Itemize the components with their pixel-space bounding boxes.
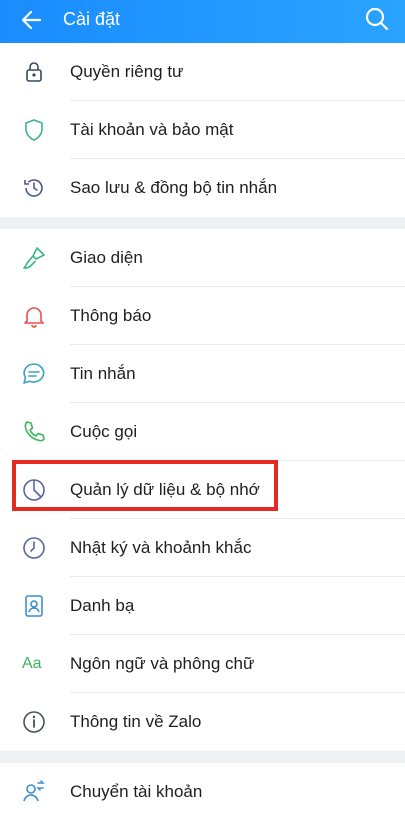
switch-account-icon xyxy=(23,780,45,802)
settings-group-account: Chuyển tài khoản xyxy=(0,763,405,821)
chat-icon xyxy=(23,363,45,384)
settings-group-privacy: Quyền riêng tư Tài khoản và bảo mật Sao … xyxy=(0,43,405,217)
phone-icon xyxy=(24,421,45,442)
lock-icon xyxy=(26,62,42,82)
settings-item-about[interactable]: Thông tin về Zalo xyxy=(0,693,405,751)
settings-item-messages[interactable]: Tin nhắn xyxy=(0,345,405,403)
settings-item-calls[interactable]: Cuộc gọi xyxy=(0,403,405,461)
bell-icon xyxy=(24,307,44,328)
search-icon[interactable] xyxy=(363,5,391,33)
settings-item-journal[interactable]: Nhật ký và khoảnh khắc xyxy=(0,519,405,577)
clock-icon xyxy=(23,537,45,559)
highlight-box xyxy=(12,460,278,511)
settings-item-label: Sao lưu & đồng bộ tin nhắn xyxy=(70,178,278,197)
settings-item-label: Tài khoản và bảo mật xyxy=(70,120,234,139)
settings-item-privacy[interactable]: Quyền riêng tư xyxy=(0,43,405,101)
paint-brush-icon xyxy=(23,247,45,269)
settings-item-notifications[interactable]: Thông báo xyxy=(0,287,405,345)
contacts-icon xyxy=(25,595,43,617)
settings-item-language[interactable]: Aa Ngôn ngữ và phông chữ xyxy=(0,635,405,693)
settings-item-label: Nhật ký và khoảnh khắc xyxy=(70,538,252,557)
settings-item-label: Chuyển tài khoản xyxy=(70,782,203,801)
section-separator xyxy=(0,751,405,763)
settings-item-label: Thông tin về Zalo xyxy=(70,712,202,731)
settings-item-account-security[interactable]: Tài khoản và bảo mật xyxy=(0,101,405,159)
settings-item-backup[interactable]: Sao lưu & đồng bộ tin nhắn xyxy=(0,159,405,217)
settings-item-label: Tin nhắn xyxy=(70,364,136,383)
settings-item-label: Ngôn ngữ và phông chữ xyxy=(70,654,255,673)
shield-icon xyxy=(25,119,43,141)
settings-item-theme[interactable]: Giao diện xyxy=(0,229,405,287)
page-title: Cài đặt xyxy=(63,9,121,29)
settings-item-contacts[interactable]: Danh bạ xyxy=(0,577,405,635)
language-icon: Aa xyxy=(22,655,42,672)
section-separator xyxy=(0,217,405,229)
settings-item-label: Thông báo xyxy=(70,306,152,325)
info-icon xyxy=(23,711,45,733)
history-icon xyxy=(24,179,43,197)
arrow-left-icon[interactable] xyxy=(18,6,46,34)
settings-item-label: Quyền riêng tư xyxy=(70,62,184,81)
settings-item-switch-account[interactable]: Chuyển tài khoản xyxy=(0,763,405,821)
settings-item-label: Cuộc gọi xyxy=(70,422,138,441)
settings-item-label: Danh bạ xyxy=(70,596,135,615)
settings-item-label: Giao diện xyxy=(70,248,143,267)
app-header: Cài đặt xyxy=(0,0,405,43)
